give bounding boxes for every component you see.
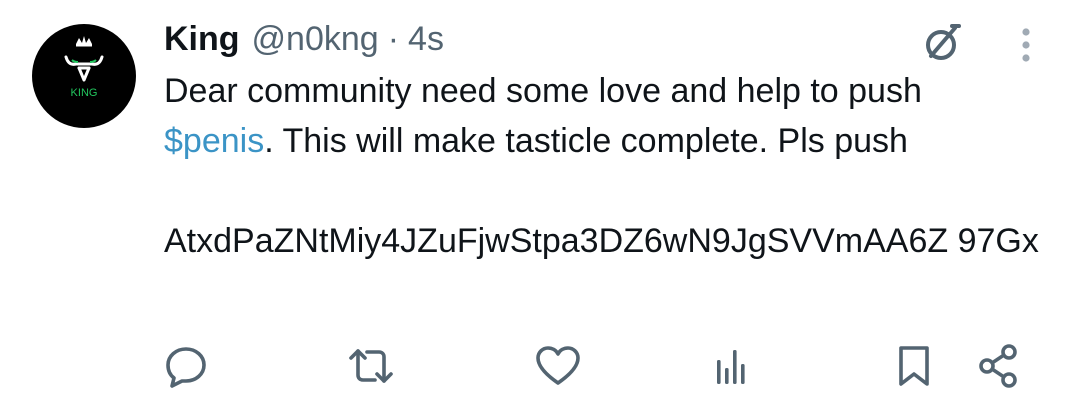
tweet-text-line-2-rest: . This will make tasticle complete. Pls …: [264, 122, 908, 160]
separator-dot: ·: [387, 19, 400, 58]
analytics-icon: [717, 350, 745, 384]
author-handle[interactable]: @n0kng: [252, 20, 379, 59]
like-button[interactable]: [530, 338, 586, 394]
wallet-address: AtxdPaZNtMiy4JZuFjwStpa3DZ6wN9JgSVVmAA6Z…: [164, 222, 1039, 260]
avatar-label: KING: [71, 87, 98, 99]
bull-logo-icon: [64, 55, 104, 82]
share-icon: [979, 344, 1017, 388]
action-bar: [0, 338, 1080, 394]
reply-icon: [166, 347, 206, 388]
grok-icon[interactable]: [916, 18, 966, 68]
tweet-header: King @n0kng · 4s: [164, 12, 444, 66]
reply-button[interactable]: [158, 338, 214, 394]
crown-icon: [76, 36, 92, 47]
bookmark-icon: [899, 346, 929, 386]
tweet-text: Dear community need some love and help t…: [164, 66, 1044, 266]
author-name[interactable]: King: [164, 20, 240, 59]
repost-icon: [349, 349, 393, 383]
tweet[interactable]: KING King @n0kng · 4s Dear community nee…: [0, 0, 1080, 413]
more-options-icon[interactable]: [1008, 18, 1044, 68]
share-button[interactable]: [970, 338, 1026, 394]
heart-icon: [536, 346, 580, 385]
tweet-timestamp[interactable]: 4s: [408, 20, 444, 59]
bookmark-button[interactable]: [886, 338, 942, 394]
cashtag-link[interactable]: $penis: [164, 122, 264, 160]
repost-button[interactable]: [343, 338, 399, 394]
views-button[interactable]: [703, 338, 759, 394]
avatar[interactable]: KING: [32, 24, 136, 128]
tweet-text-line-2: $penis. This will make tasticle complete…: [164, 116, 1044, 166]
tweet-text-line-1: Dear community need some love and help t…: [164, 72, 922, 110]
